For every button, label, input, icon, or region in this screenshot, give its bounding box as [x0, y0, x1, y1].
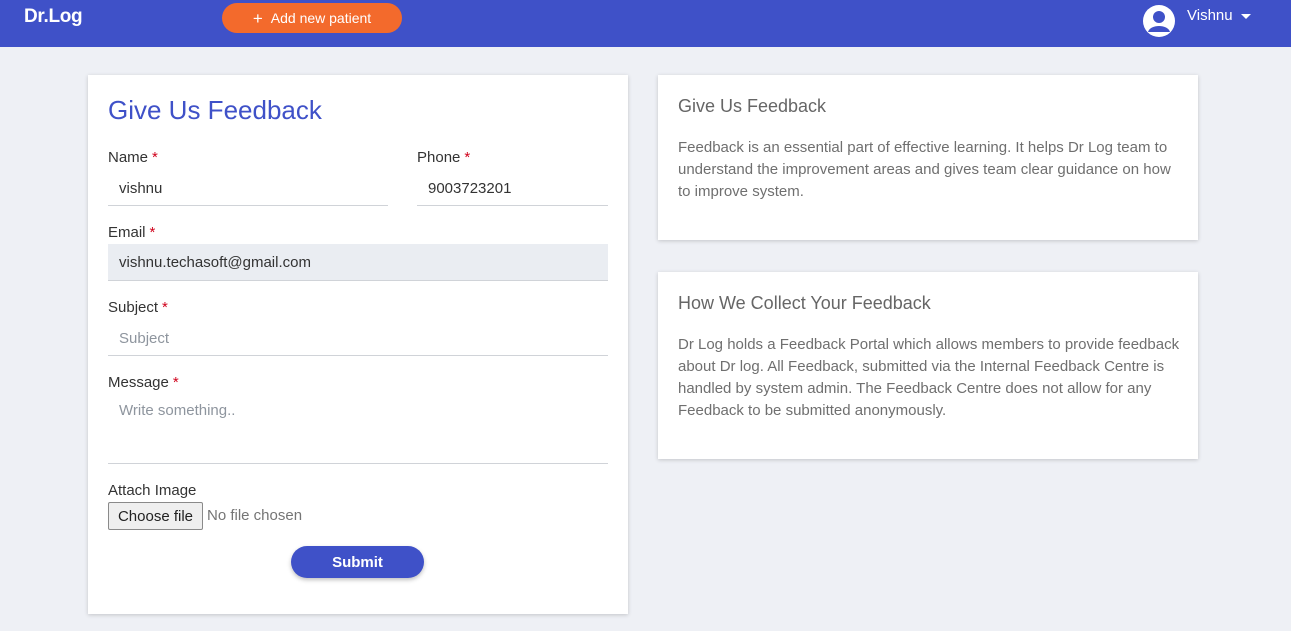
top-navbar: Dr.Log + Add new patient Vishnu [0, 0, 1291, 47]
name-input[interactable] [108, 171, 388, 206]
brand-logo[interactable]: Dr.Log [24, 6, 83, 28]
phone-label: Phone * [417, 149, 471, 166]
choose-file-button[interactable]: Choose file [108, 502, 203, 530]
required-marker: * [152, 149, 158, 166]
user-menu[interactable]: Vishnu [1143, 5, 1251, 37]
submit-button[interactable]: Submit [291, 546, 424, 578]
required-marker: * [149, 224, 156, 241]
required-marker: * [172, 374, 179, 391]
info-card-text: Dr Log holds a Feedback Portal which all… [678, 336, 1180, 419]
plus-icon: + [252, 8, 263, 28]
info-card-title: Give Us Feedback [678, 96, 827, 116]
required-marker: * [162, 299, 168, 316]
required-marker: * [464, 149, 471, 166]
phone-input[interactable] [417, 171, 608, 206]
message-textarea[interactable] [108, 394, 608, 464]
info-card-text: Feedback is an essential part of effecti… [678, 139, 1171, 200]
email-input[interactable] [108, 244, 608, 281]
add-new-patient-label: Add new patient [270, 10, 372, 26]
user-avatar-icon [1143, 5, 1175, 37]
info-card-collection: How We Collect Your Feedback Dr Log hold… [658, 272, 1198, 459]
feedback-form-card: Give Us Feedback Name* Phone* Email* Sub… [88, 75, 628, 614]
message-label: Message * [108, 374, 179, 391]
attach-image-label: Attach Image [108, 482, 197, 499]
name-label: Name * [108, 149, 158, 166]
form-title: Give Us Feedback [108, 95, 322, 125]
user-name: Vishnu [1187, 7, 1233, 24]
add-new-patient-button[interactable]: + Add new patient [222, 3, 402, 33]
email-label: Email * [108, 224, 156, 241]
subject-label: Subject * [108, 299, 168, 316]
info-card-title: How We Collect Your Feedback [678, 293, 931, 313]
subject-input[interactable] [108, 321, 608, 356]
info-card-feedback: Give Us Feedback Feedback is an essentia… [658, 75, 1198, 240]
caret-down-icon [1240, 14, 1251, 19]
file-status-text: No file chosen [207, 507, 303, 524]
